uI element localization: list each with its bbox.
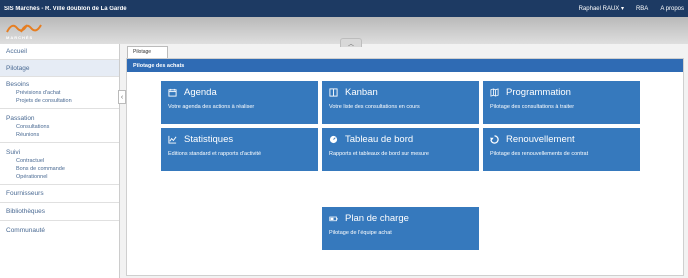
sidebar-subitem-previsions[interactable]: Prévisions d'achat [0,89,119,97]
sidebar-subitem-projets[interactable]: Projets de consultation [0,97,119,105]
tab-bar: Pilotage [127,44,169,58]
tile-description: Votre liste des consultations en cours [329,104,420,110]
tile-tableau-de-bord[interactable]: Tableau de bord Rapports et tableaux de … [322,128,479,171]
rba-link[interactable]: RBA [636,6,648,12]
tile-programmation[interactable]: Programmation Pilotage des consultations… [483,81,640,124]
user-name: Raphael RAUX [578,6,620,12]
sidebar-subitem-contractuel[interactable]: Contractuel [0,157,119,165]
sidebar-subitem-reunions[interactable]: Réunions [0,131,119,139]
top-links: Raphael RAUX ▾ RBA A propos [579,5,684,13]
tile-title: Agenda [184,87,217,98]
tile-title: Plan de charge [345,213,409,224]
tile-title: Tableau de bord [345,134,414,145]
panel-title: Pilotage des achats [127,59,683,72]
sidebar-group-besoins: Besoins Prévisions d'achat Projets de co… [0,77,119,109]
tab-pilotage[interactable]: Pilotage [127,46,169,58]
tile-description: Votre agenda des actions à réaliser [168,104,255,110]
about-link[interactable]: A propos [660,6,684,12]
sidebar-item-fournisseurs[interactable]: Fournisseurs [0,185,119,203]
sidebar-item-besoins[interactable]: Besoins [0,77,119,89]
tile-title: Renouvellement [506,134,575,145]
tile-renouvellement[interactable]: Renouvellement Pilotage des renouvelleme… [483,128,640,171]
tile-kanban[interactable]: Kanban Votre liste des consultations en … [322,81,479,124]
dashboard-icon [329,135,338,144]
sidebar-item-label: Accueil [6,48,27,55]
user-menu[interactable]: Raphael RAUX ▾ [579,5,624,12]
sidebar-subitem-consultations[interactable]: Consultations [0,123,119,131]
tile-description: Editions standard et rapports d'activité [168,151,262,157]
chevron-down-icon: ▾ [620,6,624,12]
sidebar-item-label: Fournisseurs [6,190,44,197]
tile-plan-de-charge[interactable]: Plan de charge Pilotage de l'équipe acha… [322,207,479,250]
calendar-icon [168,88,177,97]
sidebar-item-label: Bibliothèques [6,208,46,215]
sidebar-item-label: Pilotage [6,64,30,72]
tile-description: Pilotage des renouvellements de contrat [490,151,589,157]
sidebar-collapse-button[interactable]: ‹ [118,90,126,104]
sidebar-item-passation[interactable]: Passation [0,109,119,123]
tile-agenda[interactable]: Agenda Votre agenda des actions à réalis… [161,81,318,124]
map-icon [490,88,499,97]
top-bar: SIS Marchés - R. Ville doublon de La Gar… [0,0,688,17]
logo-icon [6,24,42,33]
app-title: SIS Marchés - R. Ville doublon de La Gar… [4,5,127,12]
sidebar-subitem-bons[interactable]: Bons de commande [0,165,119,173]
tile-description: Pilotage de l'équipe achat [329,230,392,236]
main-panel: Pilotage des achats Agenda Votre agenda … [126,58,684,276]
line-chart-icon [168,135,177,144]
kanban-icon [329,88,338,97]
tile-statistiques[interactable]: Statistiques Editions standard et rappor… [161,128,318,171]
sidebar-group-suivi: Suivi Contractuel Bons de commande Opéra… [0,143,119,185]
collapse-header-button[interactable]: ︿ [340,38,362,48]
tile-title: Statistiques [184,134,234,145]
chevron-up-icon: ︿ [347,41,354,48]
sidebar-item-accueil[interactable]: Accueil [0,44,119,60]
logo: MARCHÉS [6,20,46,42]
chevron-left-icon: ‹ [120,93,124,101]
sidebar-item-pilotage[interactable]: Pilotage [0,60,119,77]
sidebar-item-suivi[interactable]: Suivi [0,143,119,157]
sidebar-item-communaute[interactable]: Communauté [0,221,119,239]
sidebar-group-passation: Passation Consultations Réunions [0,109,119,143]
sidebar-item-label: Communauté [6,226,46,234]
tile-title: Programmation [506,87,571,98]
sidebar-item-bibliotheques[interactable]: Bibliothèques [0,203,119,221]
logo-wordmark: MARCHÉS [6,35,34,40]
battery-icon [329,216,338,222]
sidebar-subitem-operationnel[interactable]: Opérationnel [0,173,119,181]
tile-description: Rapports et tableaux de bord sur mesure [329,151,429,157]
tile-description: Pilotage des consultations à traiter [490,104,575,110]
tile-title: Kanban [345,87,378,98]
sidebar: Accueil Pilotage Besoins Prévisions d'ac… [0,44,120,278]
recycle-icon [490,135,499,144]
